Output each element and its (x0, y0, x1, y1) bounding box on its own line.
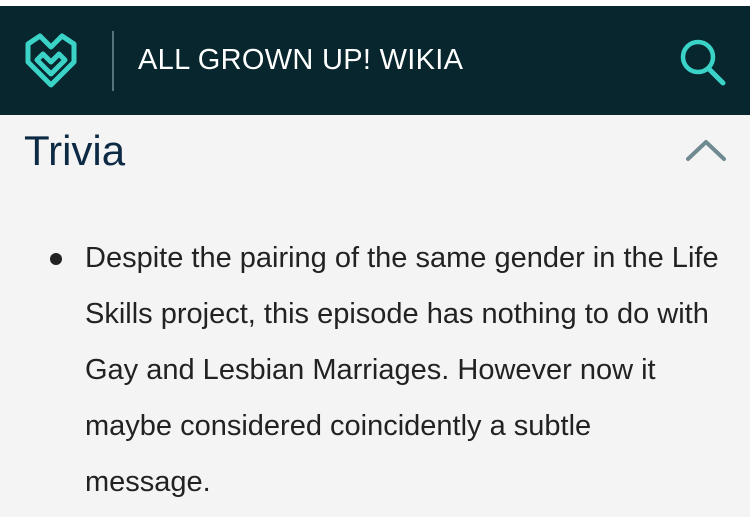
fandom-logo-icon[interactable] (22, 32, 80, 90)
trivia-section-header[interactable]: Trivia (0, 115, 750, 195)
site-title[interactable]: ALL GROWN UP! WIKIA (138, 6, 463, 115)
site-header: ALL GROWN UP! WIKIA (0, 6, 750, 115)
bullet-icon (50, 253, 62, 265)
trivia-text: Despite the pairing of the same gender i… (85, 242, 719, 498)
trivia-list: Despite the pairing of the same gender i… (0, 230, 750, 510)
section-title: Trivia (24, 127, 126, 174)
list-item: Despite the pairing of the same gender i… (0, 230, 750, 510)
header-divider (112, 31, 114, 91)
chevron-up-icon[interactable] (684, 135, 728, 165)
search-icon[interactable] (678, 36, 728, 88)
